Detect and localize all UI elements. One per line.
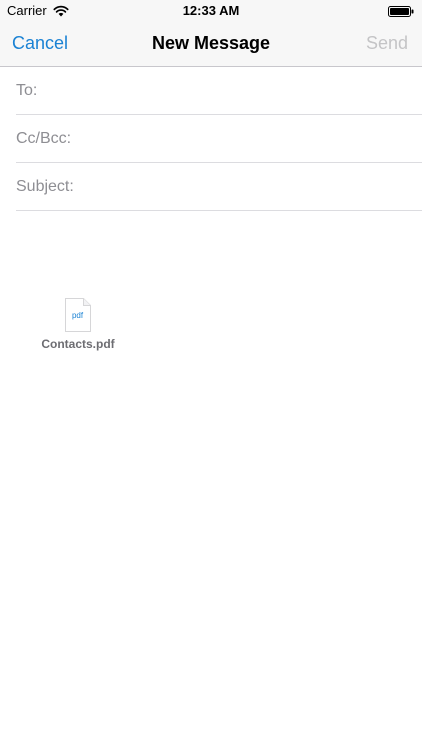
message-header-fields: To: Cc/Bcc: Subject: (0, 67, 422, 211)
status-time: 12:33 AM (182, 3, 240, 18)
to-label: To: (16, 81, 38, 99)
pdf-document-icon: pdf (65, 298, 91, 332)
battery-icon (388, 6, 414, 17)
attachment-filename: Contacts.pdf (41, 337, 115, 351)
status-bar: Carrier 12:33 AM (0, 0, 422, 22)
compose-screen: Carrier 12:33 AM Cancel New Message Send… (0, 0, 422, 750)
pdf-icon-label: pdf (72, 311, 84, 320)
send-button[interactable]: Send (366, 33, 408, 54)
page-title: New Message (151, 33, 271, 53)
navigation-bar: Cancel New Message Send (0, 22, 422, 67)
subject-label: Subject: (16, 177, 74, 195)
to-field[interactable]: To: (16, 67, 422, 115)
cc-bcc-label: Cc/Bcc: (16, 129, 72, 147)
cc-bcc-field[interactable]: Cc/Bcc: (16, 115, 422, 163)
pdf-attachment[interactable]: pdf Contacts.pdf (40, 298, 116, 351)
subject-field[interactable]: Subject: (16, 163, 422, 211)
